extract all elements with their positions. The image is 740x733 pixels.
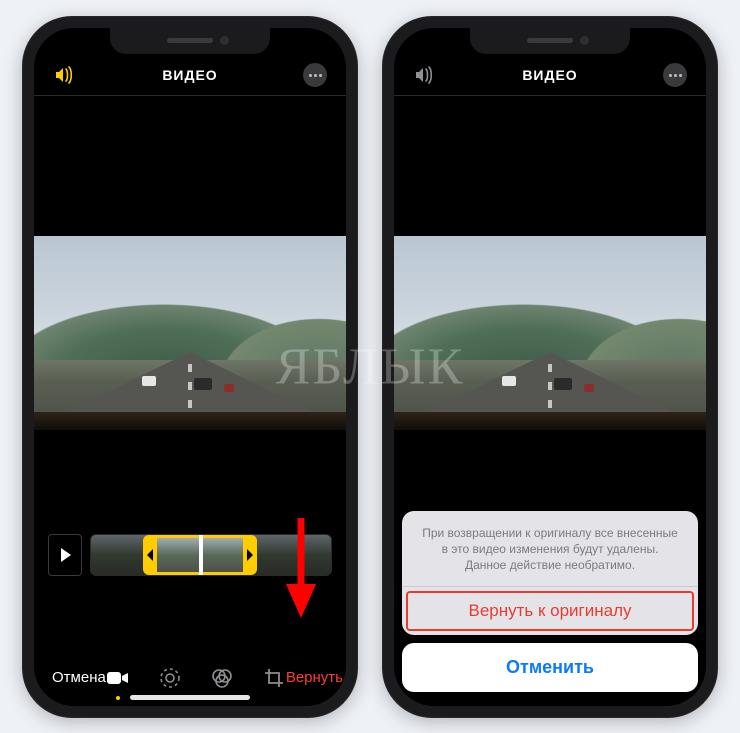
screen-right: ВИДЕО При возвращении к оригиналу — [394, 28, 706, 706]
video-preview[interactable] — [34, 236, 346, 430]
filters-tool-icon[interactable] — [210, 666, 234, 690]
spacer — [394, 96, 706, 236]
trim-handle-right[interactable] — [243, 538, 257, 572]
revert-button[interactable]: Вернуть — [286, 669, 343, 686]
more-icon[interactable] — [662, 62, 688, 88]
notch — [470, 28, 630, 54]
video-tool-icon[interactable] — [106, 666, 130, 690]
iphone-left: ВИДЕО — [22, 16, 358, 718]
trim-handle-left[interactable] — [143, 538, 157, 572]
playhead[interactable] — [199, 534, 203, 576]
header-title: ВИДЕО — [162, 67, 217, 83]
video-preview[interactable] — [394, 236, 706, 430]
action-sheet-message: При возвращении к оригиналу все внесенны… — [402, 511, 698, 587]
cancel-button[interactable]: Отмена — [52, 669, 106, 686]
sound-icon[interactable] — [412, 62, 438, 88]
more-icon[interactable] — [302, 62, 328, 88]
adjust-tool-icon[interactable] — [158, 666, 182, 690]
screen-left: ВИДЕО — [34, 28, 346, 706]
action-sheet: При возвращении к оригиналу все внесенны… — [402, 511, 698, 692]
notch — [110, 28, 270, 54]
revert-to-original-button[interactable]: Вернуть к оригиналу — [402, 587, 698, 635]
sound-icon[interactable] — [52, 62, 78, 88]
editor-header: ВИДЕО — [394, 56, 706, 96]
spacer — [34, 430, 346, 530]
play-button[interactable] — [48, 534, 82, 576]
editor-header: ВИДЕО — [34, 56, 346, 96]
comparison-stage: ВИДЕО — [0, 0, 740, 733]
home-indicator[interactable] — [490, 695, 610, 700]
iphone-right: ВИДЕО При возвращении к оригиналу — [382, 16, 718, 718]
crop-tool-icon[interactable] — [262, 666, 286, 690]
play-icon — [61, 548, 71, 562]
home-indicator[interactable] — [130, 695, 250, 700]
action-sheet-cancel-button[interactable]: Отменить — [402, 643, 698, 692]
bottom-toolbar: Отмена Вернуть — [34, 666, 346, 690]
header-title: ВИДЕО — [522, 67, 577, 83]
video-trimmer[interactable] — [90, 534, 332, 576]
spacer — [34, 96, 346, 236]
trim-row — [34, 530, 346, 580]
